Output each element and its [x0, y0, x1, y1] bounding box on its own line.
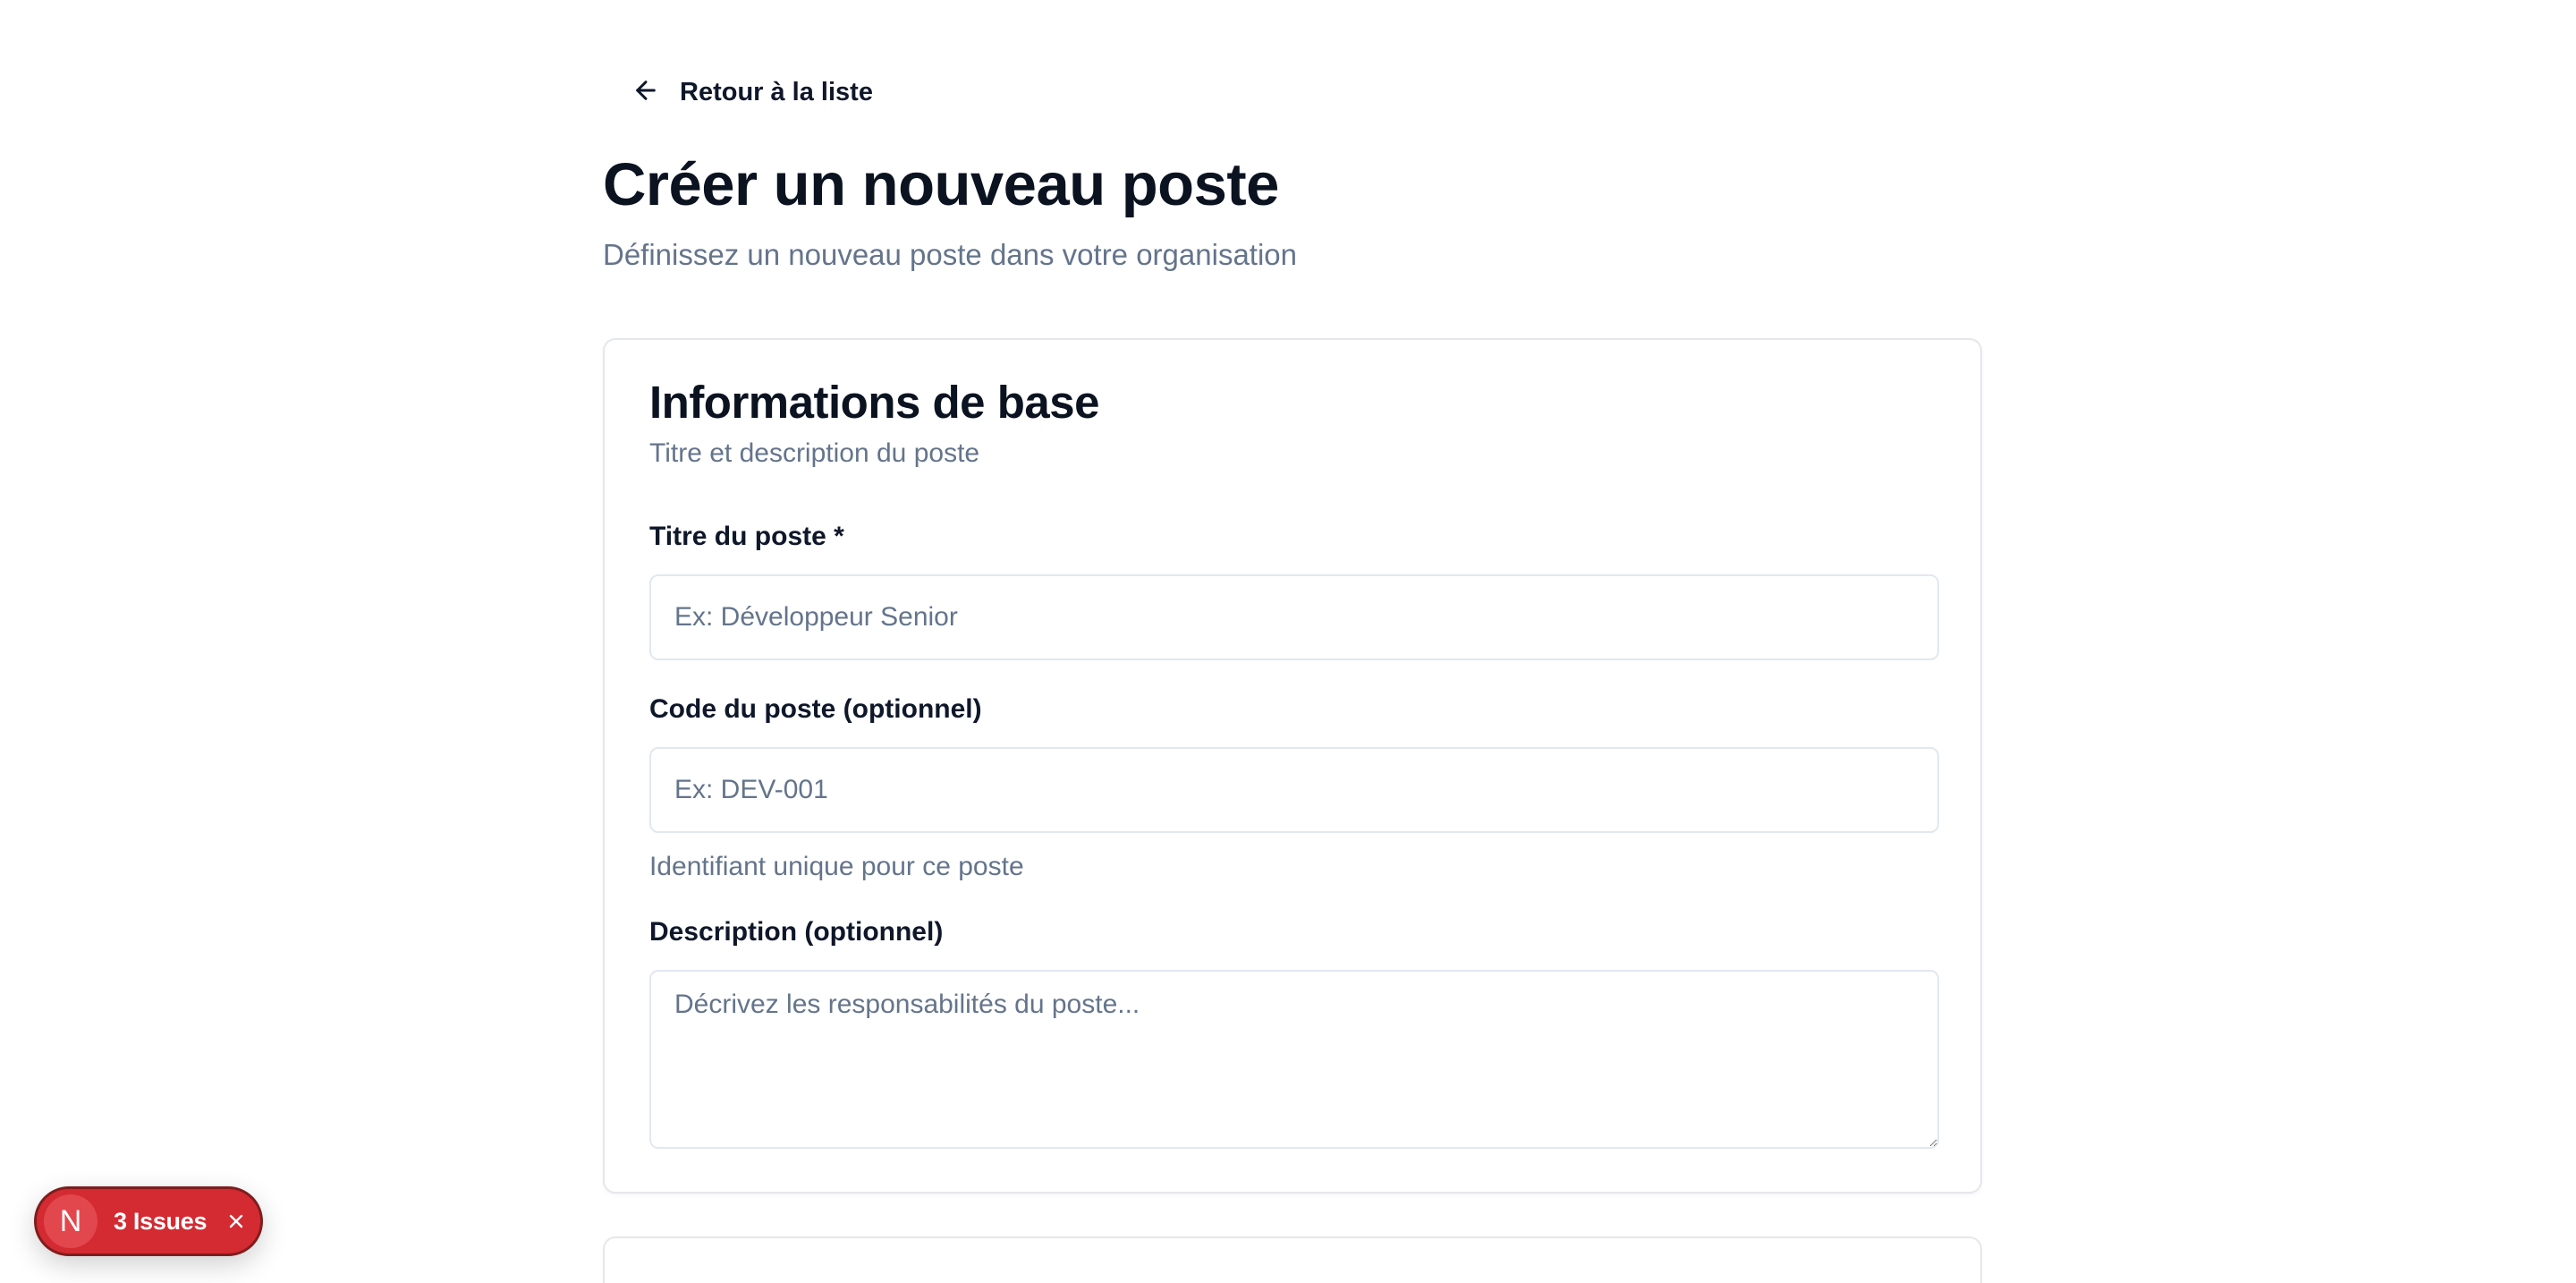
job-title-input[interactable]: [649, 574, 1939, 660]
job-title-label: Titre du poste *: [649, 522, 844, 551]
back-link-label: Retour à la liste: [680, 77, 873, 106]
close-icon[interactable]: [223, 1208, 250, 1235]
framework-logo: N: [44, 1194, 97, 1248]
job-code-input[interactable]: [649, 747, 1939, 833]
job-code-hint: Identifiant unique pour ce poste: [649, 852, 1024, 881]
description-textarea[interactable]: [649, 970, 1939, 1149]
card-title: Informations de base: [649, 377, 1099, 428]
job-code-label: Code du poste (optionnel): [649, 694, 982, 724]
page-subtitle: Définissez un nouveau poste dans votre o…: [603, 238, 1297, 271]
page: Retour à la liste Créer un nouveau poste…: [0, 0, 2576, 1283]
next-section-card: [603, 1236, 1982, 1283]
page-title: Créer un nouveau poste: [603, 151, 1279, 218]
issues-toast[interactable]: N 3 Issues: [34, 1186, 263, 1256]
arrow-left-icon: [631, 76, 660, 109]
description-label: Description (optionnel): [649, 917, 944, 947]
issues-count-label: 3 Issues: [114, 1207, 208, 1235]
back-to-list-link[interactable]: Retour à la liste: [617, 70, 887, 115]
basic-info-card: Informations de base Titre et descriptio…: [603, 338, 1982, 1194]
card-description: Titre et description du poste: [649, 438, 980, 468]
